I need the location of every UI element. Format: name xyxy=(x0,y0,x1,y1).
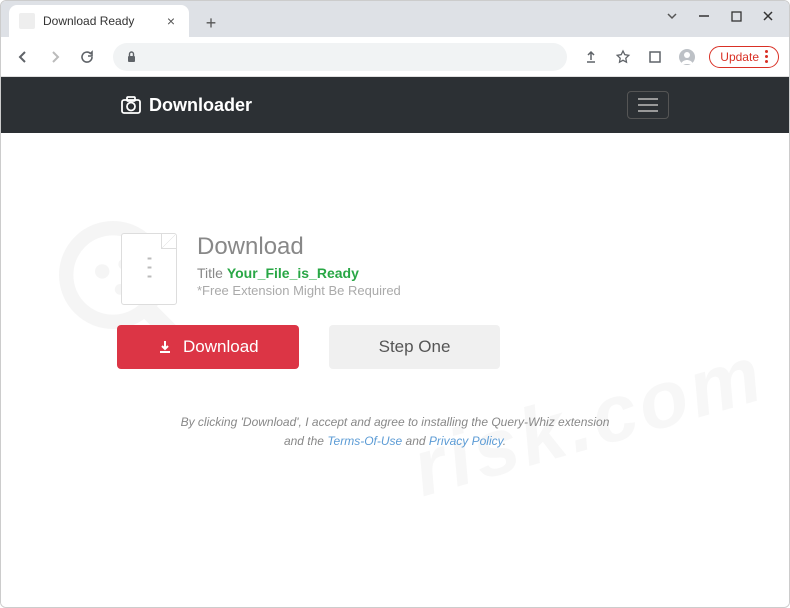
tab-title: Download Ready xyxy=(43,14,163,28)
back-button[interactable] xyxy=(11,45,35,69)
download-heading: Download xyxy=(197,233,401,261)
close-icon[interactable] xyxy=(761,9,775,23)
update-label: Update xyxy=(720,50,759,64)
reload-button[interactable] xyxy=(75,45,99,69)
browser-tab-bar: Download Ready × + xyxy=(1,1,789,37)
download-icon xyxy=(157,339,173,355)
terms-link[interactable]: Terms-Of-Use xyxy=(327,434,402,448)
minimize-icon[interactable] xyxy=(697,9,711,23)
menu-dots-icon xyxy=(765,50,768,63)
hamburger-icon xyxy=(638,98,658,112)
tab-close-icon[interactable]: × xyxy=(163,13,179,29)
browser-tab[interactable]: Download Ready × xyxy=(9,5,189,37)
bookmark-star-icon[interactable] xyxy=(613,47,633,67)
file-ready-name: Your_File_is_Ready xyxy=(227,265,359,281)
download-button[interactable]: Download xyxy=(117,325,299,369)
maximize-icon[interactable] xyxy=(729,9,743,23)
extension-note: *Free Extension Might Be Required xyxy=(197,283,401,298)
disclaimer-text: By clicking 'Download', I accept and agr… xyxy=(121,413,669,451)
chevron-down-icon[interactable] xyxy=(665,9,679,23)
brand: Downloader xyxy=(121,95,252,116)
update-button[interactable]: Update xyxy=(709,46,779,68)
file-title-line: Title Your_File_is_Ready xyxy=(197,265,401,281)
file-zip-icon: ▪▪▪▪▪▪ xyxy=(121,233,177,305)
lock-icon xyxy=(125,50,138,63)
site-header: Downloader xyxy=(1,77,789,133)
extensions-icon[interactable] xyxy=(645,47,665,67)
new-tab-button[interactable]: + xyxy=(197,9,225,37)
step-one-button[interactable]: Step One xyxy=(329,325,501,369)
share-icon[interactable] xyxy=(581,47,601,67)
tab-favicon-icon xyxy=(19,13,35,29)
browser-toolbar: Update xyxy=(1,37,789,77)
profile-icon[interactable] xyxy=(677,47,697,67)
hamburger-menu-button[interactable] xyxy=(627,91,669,119)
brand-label: Downloader xyxy=(149,95,252,116)
privacy-link[interactable]: Privacy Policy xyxy=(429,434,503,448)
camera-icon xyxy=(121,96,141,114)
forward-button[interactable] xyxy=(43,45,67,69)
address-bar[interactable] xyxy=(113,43,567,71)
